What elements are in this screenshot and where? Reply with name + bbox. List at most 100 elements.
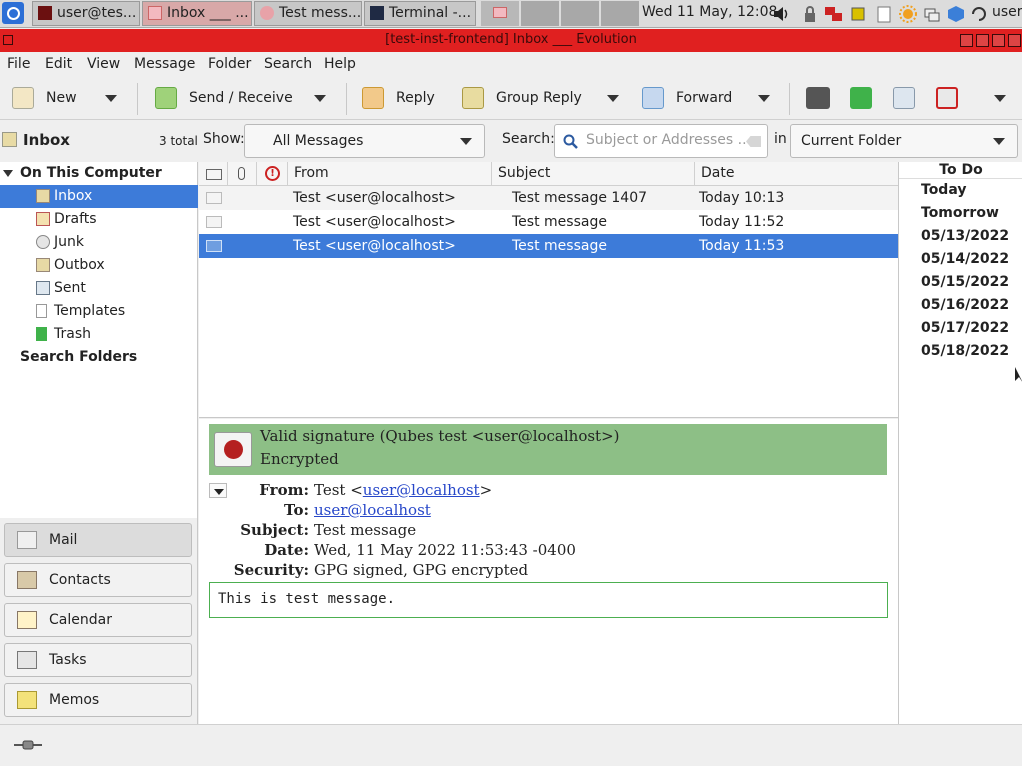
subject-value: Test message (314, 521, 417, 539)
group-reply-button[interactable]: Group Reply (462, 83, 582, 113)
group-reply-dropdown-icon[interactable] (607, 95, 619, 102)
switcher-contacts-button[interactable]: Contacts (4, 563, 192, 597)
clipboard-icon[interactable] (875, 5, 893, 23)
todo-date[interactable]: 05/15/2022 (921, 274, 1009, 290)
message-from: Test <user@localhost> (293, 238, 456, 254)
calendar-icon (17, 611, 37, 629)
reply-button[interactable]: Reply (362, 83, 435, 113)
send-receive-button[interactable]: Send / Receive (155, 83, 293, 113)
switcher-label: Mail (49, 532, 78, 548)
windows-icon[interactable] (923, 5, 941, 23)
menu-view[interactable]: View (87, 56, 120, 72)
online-status-icon[interactable] (14, 740, 42, 750)
search-scope-value: Current Folder (801, 133, 902, 149)
show-filter-select[interactable]: All Messages (244, 124, 485, 158)
folder-drafts[interactable]: Drafts (0, 208, 198, 231)
task-test-message[interactable]: Test mess... (254, 1, 362, 26)
folder-group-on-this-computer[interactable]: On This Computer (0, 162, 198, 185)
close-icon[interactable] (1008, 34, 1021, 47)
search-placeholder: Subject or Addresses ... (586, 132, 752, 148)
component-switcher: Mail Contacts Calendar Tasks Memos (0, 518, 198, 724)
menu-search[interactable]: Search (264, 56, 312, 72)
minimize-icon[interactable] (976, 34, 989, 47)
todo-date[interactable]: Today (921, 182, 966, 198)
message-subject: Test message 1407 (512, 190, 648, 206)
folder-sent[interactable]: Sent (0, 277, 198, 300)
sun-icon[interactable] (899, 5, 917, 23)
volume-icon[interactable] (772, 5, 790, 23)
to-email-link[interactable]: user@localhost (314, 501, 431, 519)
devices-icon[interactable] (850, 5, 868, 23)
search-scope-select[interactable]: Current Folder (790, 124, 1018, 158)
forward-dropdown-icon[interactable] (758, 95, 770, 102)
to-label: To: (284, 501, 309, 519)
forward-button[interactable]: Forward (642, 83, 732, 113)
qubes-menu-icon[interactable] (2, 2, 24, 24)
todo-date[interactable]: 05/18/2022 (921, 343, 1009, 359)
junk-button[interactable] (850, 83, 884, 113)
menu-edit[interactable]: Edit (45, 56, 72, 72)
search-input[interactable]: Subject or Addresses ... (554, 124, 768, 158)
column-attachment[interactable] (228, 162, 257, 186)
message-row-selected[interactable]: Test <user@localhost> Test message Today… (199, 234, 898, 258)
task-empty[interactable] (481, 1, 519, 26)
expander-icon[interactable] (3, 170, 13, 177)
window-title: [test-inst-frontend] Inbox ___ Evolution (385, 32, 637, 47)
switcher-tasks-button[interactable]: Tasks (4, 643, 192, 677)
clock[interactable]: Wed 11 May, 12:08 (642, 4, 777, 20)
network-icon[interactable] (824, 5, 842, 23)
column-date[interactable]: Date (695, 162, 898, 186)
task-inbox[interactable]: Inbox ___ ... (142, 1, 252, 26)
todo-date[interactable]: 05/17/2022 (921, 320, 1009, 336)
task-terminal-user[interactable]: user@tes... (32, 1, 140, 26)
task-empty[interactable] (561, 1, 599, 26)
message-row[interactable]: Test <user@localhost> Test message Today… (199, 210, 898, 234)
lock-icon[interactable] (801, 5, 819, 23)
inbox-folder-icon (2, 132, 17, 147)
column-from[interactable]: From (288, 162, 492, 186)
not-junk-button[interactable] (893, 83, 927, 113)
todo-bar: To Do Today Tomorrow 05/13/2022 05/14/20… (898, 162, 1022, 724)
column-status[interactable] (199, 162, 228, 186)
task-empty[interactable] (521, 1, 559, 26)
menu-folder[interactable]: Folder (208, 56, 251, 72)
column-subject[interactable]: Subject (492, 162, 695, 186)
toolbar-overflow-icon[interactable] (994, 95, 1006, 102)
new-dropdown-icon[interactable] (105, 95, 117, 102)
task-empty[interactable] (601, 1, 639, 26)
message-row[interactable]: Test <user@localhost> Test message 1407 … (199, 186, 898, 210)
shade-icon[interactable] (960, 34, 973, 47)
folder-trash[interactable]: Trash (0, 323, 198, 346)
envelope-icon (206, 169, 222, 180)
mouse-cursor-icon (1015, 367, 1022, 382)
switcher-mail-button[interactable]: Mail (4, 523, 192, 557)
maximize-icon[interactable] (992, 34, 1005, 47)
todo-date[interactable]: 05/14/2022 (921, 251, 1009, 267)
delete-button[interactable] (936, 83, 970, 113)
switcher-memos-button[interactable]: Memos (4, 683, 192, 717)
todo-date[interactable]: 05/13/2022 (921, 228, 1009, 244)
switcher-calendar-button[interactable]: Calendar (4, 603, 192, 637)
folder-inbox[interactable]: Inbox (0, 185, 198, 208)
task-terminal[interactable]: Terminal -... (364, 1, 476, 26)
folder-group-search-folders[interactable]: Search Folders (0, 346, 198, 369)
new-button[interactable]: New (12, 83, 77, 113)
window-titlebar[interactable]: [test-inst-frontend] Inbox ___ Evolution (0, 29, 1022, 52)
todo-date[interactable]: 05/16/2022 (921, 297, 1009, 313)
menu-message[interactable]: Message (134, 56, 195, 72)
message-body: This is test message. (209, 582, 888, 618)
folder-junk[interactable]: Junk (0, 231, 198, 254)
folder-outbox[interactable]: Outbox (0, 254, 198, 277)
column-flag[interactable]: ! (257, 162, 288, 186)
from-email-link[interactable]: user@localhost (363, 481, 480, 499)
todo-date[interactable]: Tomorrow (921, 205, 999, 221)
forward-label: Forward (676, 90, 733, 106)
menu-file[interactable]: File (7, 56, 30, 72)
folder-templates[interactable]: Templates (0, 300, 198, 323)
menu-help[interactable]: Help (324, 56, 356, 72)
print-button[interactable] (806, 83, 842, 113)
cube-icon[interactable] (947, 5, 965, 23)
update-icon[interactable] (970, 5, 988, 23)
send-receive-dropdown-icon[interactable] (314, 95, 326, 102)
user-menu[interactable]: user (992, 4, 1022, 20)
